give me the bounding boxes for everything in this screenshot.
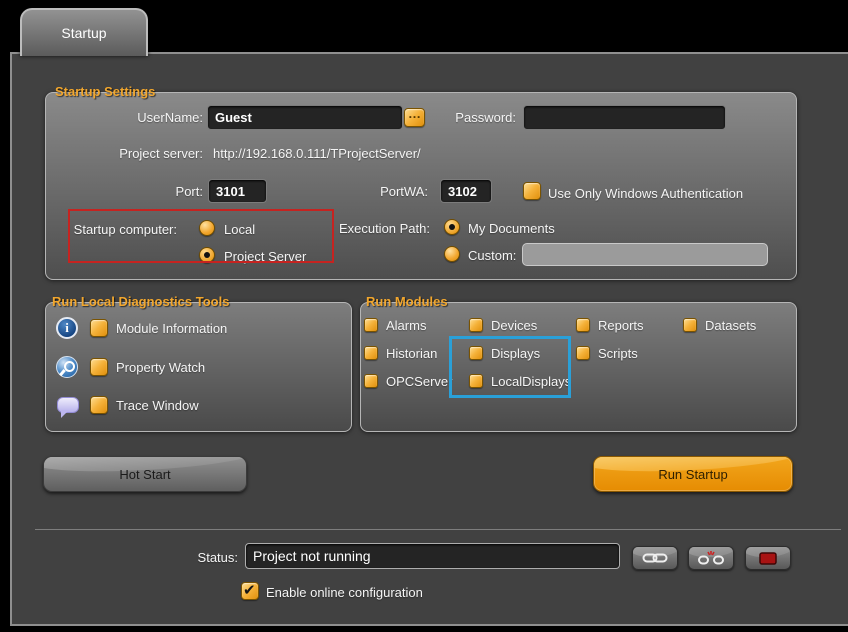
module-datasets-checkbox[interactable] xyxy=(683,318,697,332)
connect-button[interactable] xyxy=(632,546,678,570)
enable-online-config-label: Enable online configuration xyxy=(266,585,423,600)
port-input[interactable] xyxy=(208,179,267,203)
module-scripts-checkbox[interactable] xyxy=(576,346,590,360)
disconnect-button[interactable] xyxy=(688,546,734,570)
startup-settings-title: Startup Settings xyxy=(55,84,155,99)
startup-computer-local-radio[interactable] xyxy=(199,220,215,236)
module-localdisplays-checkbox[interactable] xyxy=(469,374,483,388)
module-information-checkbox[interactable] xyxy=(90,319,108,337)
status-label: Status: xyxy=(178,550,238,565)
execution-path-label: Execution Path: xyxy=(320,221,430,236)
execution-path-custom-radio[interactable] xyxy=(444,246,460,262)
module-information-icon xyxy=(56,317,78,339)
enable-online-config-checkbox[interactable] xyxy=(241,582,259,600)
windows-auth-checkbox[interactable] xyxy=(523,182,541,200)
property-watch-checkbox[interactable] xyxy=(90,358,108,376)
custom-path-input[interactable] xyxy=(522,243,768,266)
module-localdisplays-label: LocalDisplays xyxy=(491,374,571,389)
run-startup-label: Run Startup xyxy=(658,467,727,482)
module-information-label: Module Information xyxy=(116,321,227,336)
startup-window: Startup Startup Settings UserName: … Pas… xyxy=(0,0,848,632)
username-label: UserName: xyxy=(78,110,203,125)
trace-window-label: Trace Window xyxy=(116,398,199,413)
project-server-value: http://192.168.0.111/TProjectServer/ xyxy=(213,146,421,161)
port-label: Port: xyxy=(78,184,203,199)
project-server-label: Project server: xyxy=(78,146,203,161)
module-datasets-label: Datasets xyxy=(705,318,756,333)
startup-computer-label: Startup computer: xyxy=(57,222,177,237)
module-scripts-label: Scripts xyxy=(598,346,638,361)
tab-startup[interactable]: Startup xyxy=(20,8,148,56)
module-alarms-checkbox[interactable] xyxy=(364,318,378,332)
execution-path-mydocuments-radio[interactable] xyxy=(444,219,460,235)
property-watch-label: Property Watch xyxy=(116,360,205,375)
modules-title: Run Modules xyxy=(366,294,448,309)
run-startup-button[interactable]: Run Startup xyxy=(593,456,793,492)
startup-computer-local-label: Local xyxy=(224,222,255,237)
module-displays-checkbox[interactable] xyxy=(469,346,483,360)
tab-startup-label: Startup xyxy=(61,25,106,41)
stop-icon xyxy=(759,552,777,565)
module-opcserver-label: OPCServer xyxy=(386,374,452,389)
module-opcserver-checkbox[interactable] xyxy=(364,374,378,388)
module-devices-checkbox[interactable] xyxy=(469,318,483,332)
portwa-label: PortWA: xyxy=(346,184,428,199)
module-devices-label: Devices xyxy=(491,318,537,333)
startup-computer-projectserver-radio[interactable] xyxy=(199,247,215,263)
hot-start-button[interactable]: Hot Start xyxy=(43,456,247,492)
module-reports-checkbox[interactable] xyxy=(576,318,590,332)
separator-line xyxy=(35,529,841,530)
startup-computer-projectserver-label: Project Server xyxy=(224,249,306,264)
link-broken-icon xyxy=(698,551,724,565)
password-input[interactable] xyxy=(523,105,726,130)
password-label: Password: xyxy=(440,110,516,125)
hot-start-label: Hot Start xyxy=(119,467,170,482)
diagnostics-title: Run Local Diagnostics Tools xyxy=(52,294,229,309)
property-watch-icon xyxy=(56,356,78,378)
trace-window-icon xyxy=(57,397,79,413)
module-reports-label: Reports xyxy=(598,318,644,333)
username-input[interactable] xyxy=(207,105,403,130)
module-historian-checkbox[interactable] xyxy=(364,346,378,360)
windows-auth-label: Use Only Windows Authentication xyxy=(548,186,743,201)
module-alarms-label: Alarms xyxy=(386,318,426,333)
execution-path-mydocuments-label: My Documents xyxy=(468,221,555,236)
status-input[interactable] xyxy=(245,543,620,569)
username-browse-button[interactable]: … xyxy=(404,108,425,127)
module-displays-label: Displays xyxy=(491,346,540,361)
trace-window-checkbox[interactable] xyxy=(90,396,108,414)
link-icon xyxy=(642,552,668,564)
stop-button[interactable] xyxy=(745,546,791,570)
portwa-input[interactable] xyxy=(440,179,492,203)
module-historian-label: Historian xyxy=(386,346,437,361)
execution-path-custom-label: Custom: xyxy=(468,248,516,263)
